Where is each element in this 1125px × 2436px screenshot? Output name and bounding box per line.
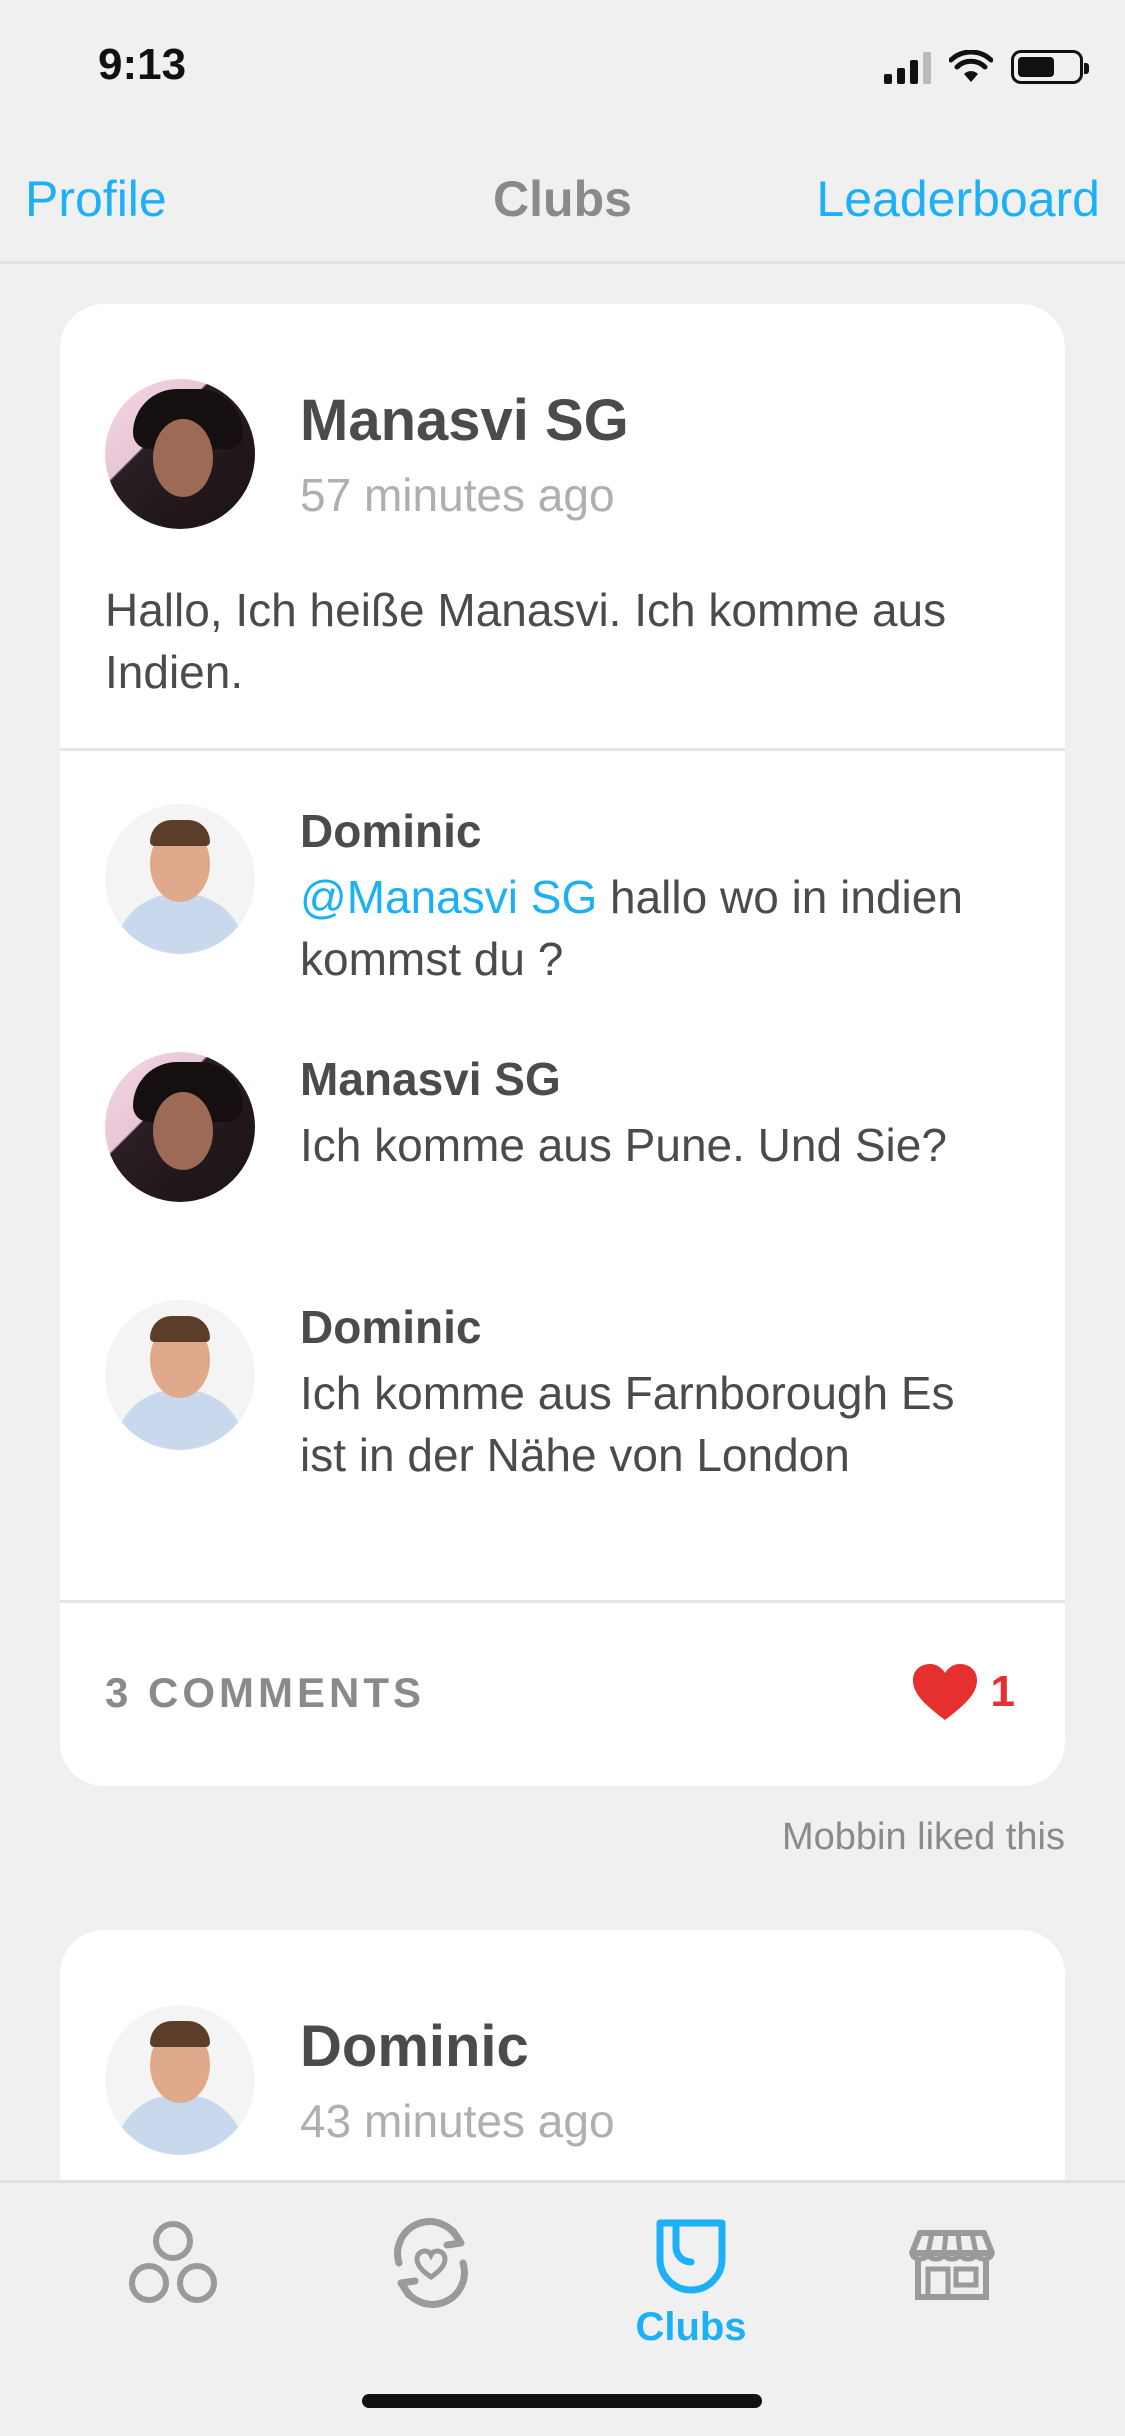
comment-body: Ich komme aus Pune. Und Sie? (300, 1119, 947, 1171)
post-header: Dominic 43 minutes ago (105, 2005, 615, 2155)
like-count: 1 (990, 1667, 1015, 1716)
comment-author[interactable]: Dominic (300, 804, 1000, 858)
post-timestamp: 43 minutes ago (300, 2094, 615, 2147)
divider (60, 1600, 1065, 1603)
divider (60, 748, 1065, 751)
avatar[interactable] (105, 379, 255, 529)
post-timestamp: 57 minutes ago (300, 468, 615, 521)
tab-clubs[interactable]: Clubs (591, 2213, 791, 2363)
comment: Manasvi SG Ich komme aus Pune. Und Sie? (105, 1052, 1000, 1202)
post-header: Manasvi SG 57 minutes ago (105, 379, 629, 529)
tab-label: Clubs (635, 2305, 747, 2349)
screen: 9:13 Clubs Profile Leaderboard Manasvi S… (0, 0, 1125, 2436)
post-author[interactable]: Dominic (300, 2013, 615, 2080)
post-author[interactable]: Manasvi SG (300, 387, 629, 454)
avatar[interactable] (105, 1300, 255, 1450)
profile-link[interactable]: Profile (25, 170, 167, 228)
status-icons (884, 50, 1089, 84)
post-body: Hallo, Ich heiße Manasvi. Ich komme aus … (105, 584, 947, 698)
comment: Dominic Ich komme aus Farnborough Es ist… (105, 1300, 1000, 1486)
avatar[interactable] (105, 2005, 255, 2155)
battery-icon (1011, 50, 1089, 84)
home-indicator[interactable] (362, 2394, 762, 2408)
tab-learn[interactable] (73, 2213, 273, 2363)
wifi-icon (949, 50, 993, 82)
like-button[interactable]: 1 (911, 1662, 1015, 1722)
status-bar: 9:13 (0, 0, 1125, 140)
signal-icon (884, 50, 931, 84)
shield-icon (656, 2219, 726, 2294)
nav-bar: Clubs Profile Leaderboard (0, 140, 1125, 264)
circles-icon (129, 2221, 217, 2303)
liked-by-text: Mobbin liked this (781, 1816, 1065, 1858)
tab-shop[interactable] (852, 2213, 1052, 2363)
comments-count[interactable]: 3 COMMENTS (105, 1669, 425, 1717)
shop-icon (909, 2230, 995, 2300)
avatar[interactable] (105, 1052, 255, 1202)
tab-practice[interactable] (331, 2213, 531, 2363)
comment-body: Ich komme aus Farnborough Es ist in der … (300, 1367, 955, 1481)
mention-link[interactable]: @Manasvi SG (300, 871, 597, 923)
comment-author[interactable]: Manasvi SG (300, 1052, 1000, 1106)
comment: Dominic @Manasvi SG hallo wo in indien k… (105, 804, 1000, 990)
heart-refresh-icon (394, 2218, 468, 2308)
leaderboard-link[interactable]: Leaderboard (816, 170, 1100, 228)
status-time: 9:13 (98, 40, 187, 89)
heart-icon (912, 1664, 977, 1720)
avatar[interactable] (105, 804, 255, 954)
comment-body: @Manasvi SG hallo wo in indien kommst du… (300, 866, 1000, 990)
post-card[interactable]: Manasvi SG 57 minutes ago Hallo, Ich hei… (60, 304, 1065, 1786)
comment-author[interactable]: Dominic (300, 1300, 1000, 1354)
